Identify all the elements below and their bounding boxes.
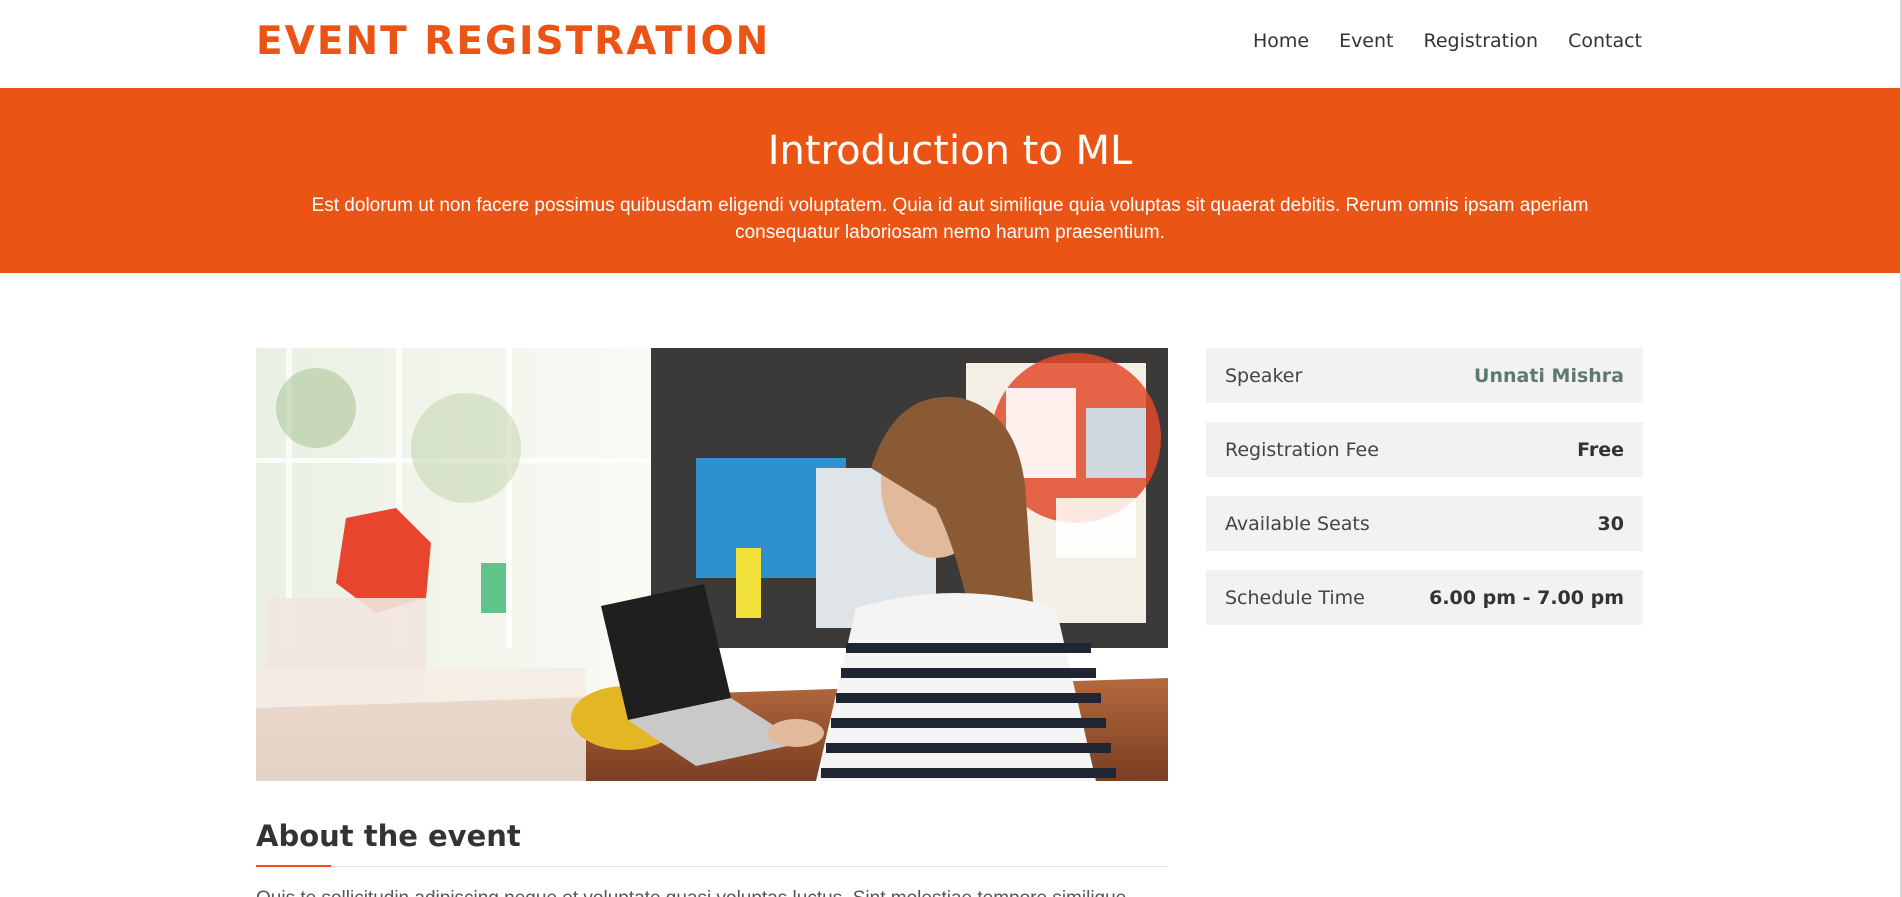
seats-label: Available Seats <box>1225 512 1370 535</box>
schedule-value: 6.00 pm - 7.00 pm <box>1429 586 1624 609</box>
nav-link-contact[interactable]: Contact <box>1568 26 1642 56</box>
speaker-label: Speaker <box>1225 364 1303 387</box>
event-photo <box>256 348 1168 781</box>
schedule-label: Schedule Time <box>1225 586 1365 609</box>
info-row-speaker: Speaker Unnati Mishra <box>1206 348 1643 403</box>
nav-link-event[interactable]: Event <box>1339 26 1393 56</box>
site-logo[interactable]: EVENT REGISTRATION <box>256 16 770 68</box>
about-accent-bar <box>256 865 331 867</box>
event-title: Introduction to ML <box>767 128 1133 174</box>
speaker-value: Unnati Mishra <box>1474 364 1624 387</box>
hero-banner: Introduction to ML Est dolorum ut non fa… <box>0 88 1900 273</box>
about-text: Quis te sollicitudin adipiscing neque et… <box>256 886 1168 897</box>
info-row-fee: Registration Fee Free <box>1206 422 1643 477</box>
about-heading: About the event <box>256 819 521 853</box>
nav-link-registration[interactable]: Registration <box>1424 26 1539 56</box>
main-nav: Home Event Registration Contact <box>1253 26 1642 56</box>
event-info-list: Speaker Unnati Mishra Registration Fee F… <box>1206 348 1643 644</box>
seats-value: 30 <box>1597 512 1624 535</box>
fee-value: Free <box>1577 438 1624 461</box>
site-header: EVENT REGISTRATION Home Event Registrati… <box>0 0 1900 88</box>
info-row-schedule: Schedule Time 6.00 pm - 7.00 pm <box>1206 570 1643 625</box>
event-description: Est dolorum ut non facere possimus quibu… <box>311 195 1589 243</box>
nav-link-home[interactable]: Home <box>1253 26 1309 56</box>
info-row-seats: Available Seats 30 <box>1206 496 1643 551</box>
fee-label: Registration Fee <box>1225 438 1379 461</box>
about-divider <box>256 866 1168 867</box>
